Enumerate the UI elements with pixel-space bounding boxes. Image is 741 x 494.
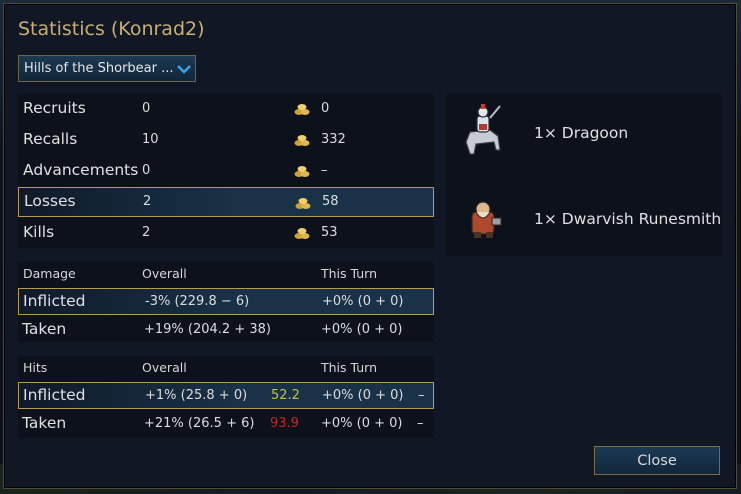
hits-col-turn: This Turn: [321, 360, 378, 375]
row-rating: 93.9: [270, 416, 299, 431]
row-turn-rating: –: [418, 388, 425, 403]
summary-row-recalls: Recalls 10 332: [18, 125, 434, 155]
damage-header: Damage: [23, 266, 76, 281]
statistics-dialog: Statistics (Konrad2) Hills of the Shorbe…: [3, 3, 737, 489]
damage-panel: Damage Overall This Turn Inflicted -3% (…: [18, 262, 434, 342]
hits-panel: Hits Overall This Turn Inflicted +1% (25…: [18, 356, 434, 438]
hits-taken-row: Taken +21% (26.5 + 6) 93.9 +0% (0 + 0) –: [18, 410, 434, 437]
summary-row-advancements: Advancements 0 –: [18, 156, 434, 186]
damage-taken-row: Taken +19% (204.2 + 38) +0% (0 + 0): [18, 316, 434, 343]
dialog-title: Statistics (Konrad2): [18, 18, 205, 40]
summary-row-recruits: Recruits 0 0: [18, 94, 434, 124]
damage-col-turn: This Turn: [321, 266, 378, 281]
row-count: 0: [142, 101, 151, 116]
summary-row-losses: Losses 2 58: [18, 187, 434, 217]
scenario-dropdown-value: Hills of the Shorbear ...: [24, 61, 173, 76]
row-overall: +21% (26.5 + 6): [144, 416, 255, 431]
row-overall: +19% (204.2 + 38): [144, 322, 271, 337]
row-turn: +0% (0 + 0): [321, 322, 403, 337]
gold-icon: [294, 101, 310, 120]
row-label: Taken: [22, 320, 67, 338]
row-label: Losses: [24, 192, 76, 210]
gold-icon: [295, 195, 311, 214]
unit-label: 1× Dwarvish Runesmith: [534, 210, 722, 228]
row-label: Inflicted: [23, 386, 86, 404]
close-button[interactable]: Close: [594, 446, 720, 475]
scenario-dropdown[interactable]: Hills of the Shorbear ...: [18, 55, 196, 82]
gold-icon: [294, 225, 310, 244]
hits-col-overall: Overall: [142, 360, 187, 375]
row-label: Advancements: [23, 161, 139, 179]
row-rating: 52.2: [271, 388, 300, 403]
row-gold: –: [321, 163, 328, 178]
row-count: 2: [143, 194, 152, 209]
row-label: Inflicted: [23, 292, 86, 310]
damage-inflicted-row: Inflicted -3% (229.8 − 6) +0% (0 + 0): [18, 288, 434, 315]
row-count: 2: [142, 225, 151, 240]
hits-header: Hits: [23, 360, 48, 375]
row-label: Kills: [23, 223, 55, 241]
gold-icon: [294, 132, 310, 151]
gold-icon: [294, 163, 310, 182]
damage-col-overall: Overall: [142, 266, 187, 281]
dwarvish-runesmith-icon: [462, 198, 506, 246]
hits-inflicted-row: Inflicted +1% (25.8 + 0) 52.2 +0% (0 + 0…: [18, 382, 434, 409]
units-panel: 1× Dragoon 1× Dwarvish Runesmith: [446, 94, 722, 256]
row-label: Recalls: [23, 130, 78, 148]
row-gold: 0: [321, 101, 330, 116]
row-overall: -3% (229.8 − 6): [145, 294, 250, 309]
row-label: Recruits: [23, 99, 86, 117]
dragoon-icon: [460, 102, 508, 162]
row-turn-rating: –: [417, 416, 424, 431]
row-gold: 332: [321, 132, 346, 147]
row-count: 0: [142, 163, 151, 178]
row-label: Taken: [22, 414, 67, 432]
row-gold: 58: [322, 194, 339, 209]
row-turn: +0% (0 + 0): [322, 388, 404, 403]
row-gold: 53: [321, 225, 338, 240]
unit-entry: 1× Dragoon: [446, 102, 722, 162]
summary-panel: Recruits 0 0 Recalls 10 332 Advancements…: [18, 94, 434, 248]
chevron-down-icon: [173, 56, 195, 81]
row-turn: +0% (0 + 0): [321, 416, 403, 431]
summary-row-kills: Kills 2 53: [18, 218, 434, 248]
unit-entry: 1× Dwarvish Runesmith: [446, 192, 722, 252]
row-turn: +0% (0 + 0): [322, 294, 404, 309]
row-count: 10: [142, 132, 159, 147]
unit-label: 1× Dragoon: [534, 124, 629, 142]
row-overall: +1% (25.8 + 0): [145, 388, 248, 403]
